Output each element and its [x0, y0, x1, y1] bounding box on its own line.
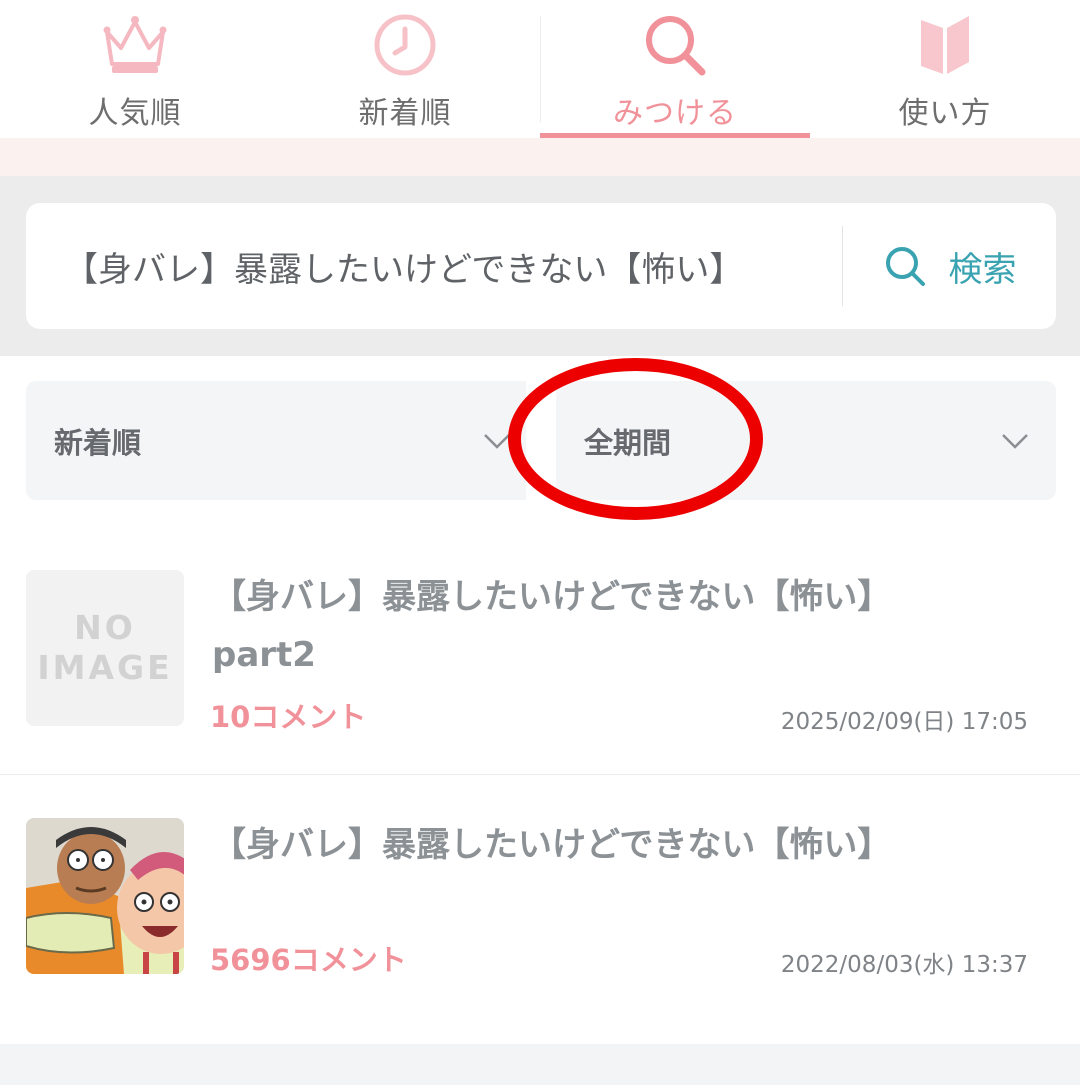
comment-count: 10コメント	[210, 700, 367, 734]
post-date: 2022/08/03(水) 13:37	[780, 952, 1028, 978]
thumbnail	[26, 818, 184, 974]
tab-find[interactable]: みつける	[540, 0, 810, 138]
filter-row: 新着順 全期間	[26, 381, 1056, 500]
no-image-placeholder: NO IMAGE	[26, 570, 184, 726]
post-date: 2025/02/09(日) 17:05	[780, 709, 1028, 735]
top-tab-bar: 人気順 新着順 みつける 使い方	[0, 0, 1080, 138]
no-image-text-line1: NO	[74, 608, 136, 647]
search-input[interactable]: 【身バレ】暴露したいけどできない【怖い】	[26, 203, 842, 329]
chevron-down-icon	[484, 433, 510, 449]
period-select-label: 全期間	[584, 425, 672, 460]
tab-howto[interactable]: 使い方	[810, 0, 1080, 138]
no-image-text-line2: IMAGE	[37, 648, 173, 687]
search-icon	[885, 247, 925, 286]
item-title-line1: 【身バレ】暴露したいけどできない【怖い】	[212, 825, 892, 865]
crown-icon	[100, 12, 170, 78]
tab-newest[interactable]: 新着順	[270, 0, 540, 138]
sort-select-label: 新着順	[54, 425, 142, 460]
bottom-strip	[0, 1044, 1080, 1085]
tab-howto-label: 使い方	[898, 96, 992, 131]
list-item[interactable]: 【身バレ】暴露したいけどできない【怖い】 5696コメント 2022/08/03…	[0, 776, 1080, 1044]
chevron-down-icon	[1002, 433, 1028, 449]
tab-popular[interactable]: 人気順	[0, 0, 270, 138]
period-select[interactable]: 全期間	[556, 381, 1056, 500]
cartoon-thumbnail-image	[26, 818, 184, 974]
list-item[interactable]: NO IMAGE 【身バレ】暴露したいけどできない【怖い】 part2 10コメ…	[0, 540, 1080, 775]
clock-icon	[370, 12, 440, 78]
book-icon	[910, 12, 980, 78]
search-area: 【身バレ】暴露したいけどできない【怖い】 検索	[0, 176, 1080, 356]
comment-count: 5696コメント	[210, 943, 407, 977]
item-title: 【身バレ】暴露したいけどできない【怖い】 part2	[212, 568, 1042, 684]
tab-newest-label: 新着順	[358, 96, 452, 131]
thumbnail: NO IMAGE	[26, 570, 184, 726]
item-title: 【身バレ】暴露したいけどできない【怖い】	[212, 816, 1042, 874]
tab-find-label: みつける	[613, 96, 737, 131]
header-strip	[0, 138, 1080, 176]
search-button[interactable]: 検索	[843, 203, 1056, 329]
tab-popular-label: 人気順	[88, 96, 182, 131]
search-box: 【身バレ】暴露したいけどできない【怖い】 検索	[26, 203, 1056, 329]
item-title-line1: 【身バレ】暴露したいけどできない【怖い】	[212, 577, 892, 617]
sort-select[interactable]: 新着順	[26, 381, 526, 500]
item-title-line2: part2	[212, 635, 316, 675]
search-button-label: 検索	[948, 249, 1017, 290]
tab-divider	[540, 16, 541, 122]
search-icon	[640, 12, 710, 78]
